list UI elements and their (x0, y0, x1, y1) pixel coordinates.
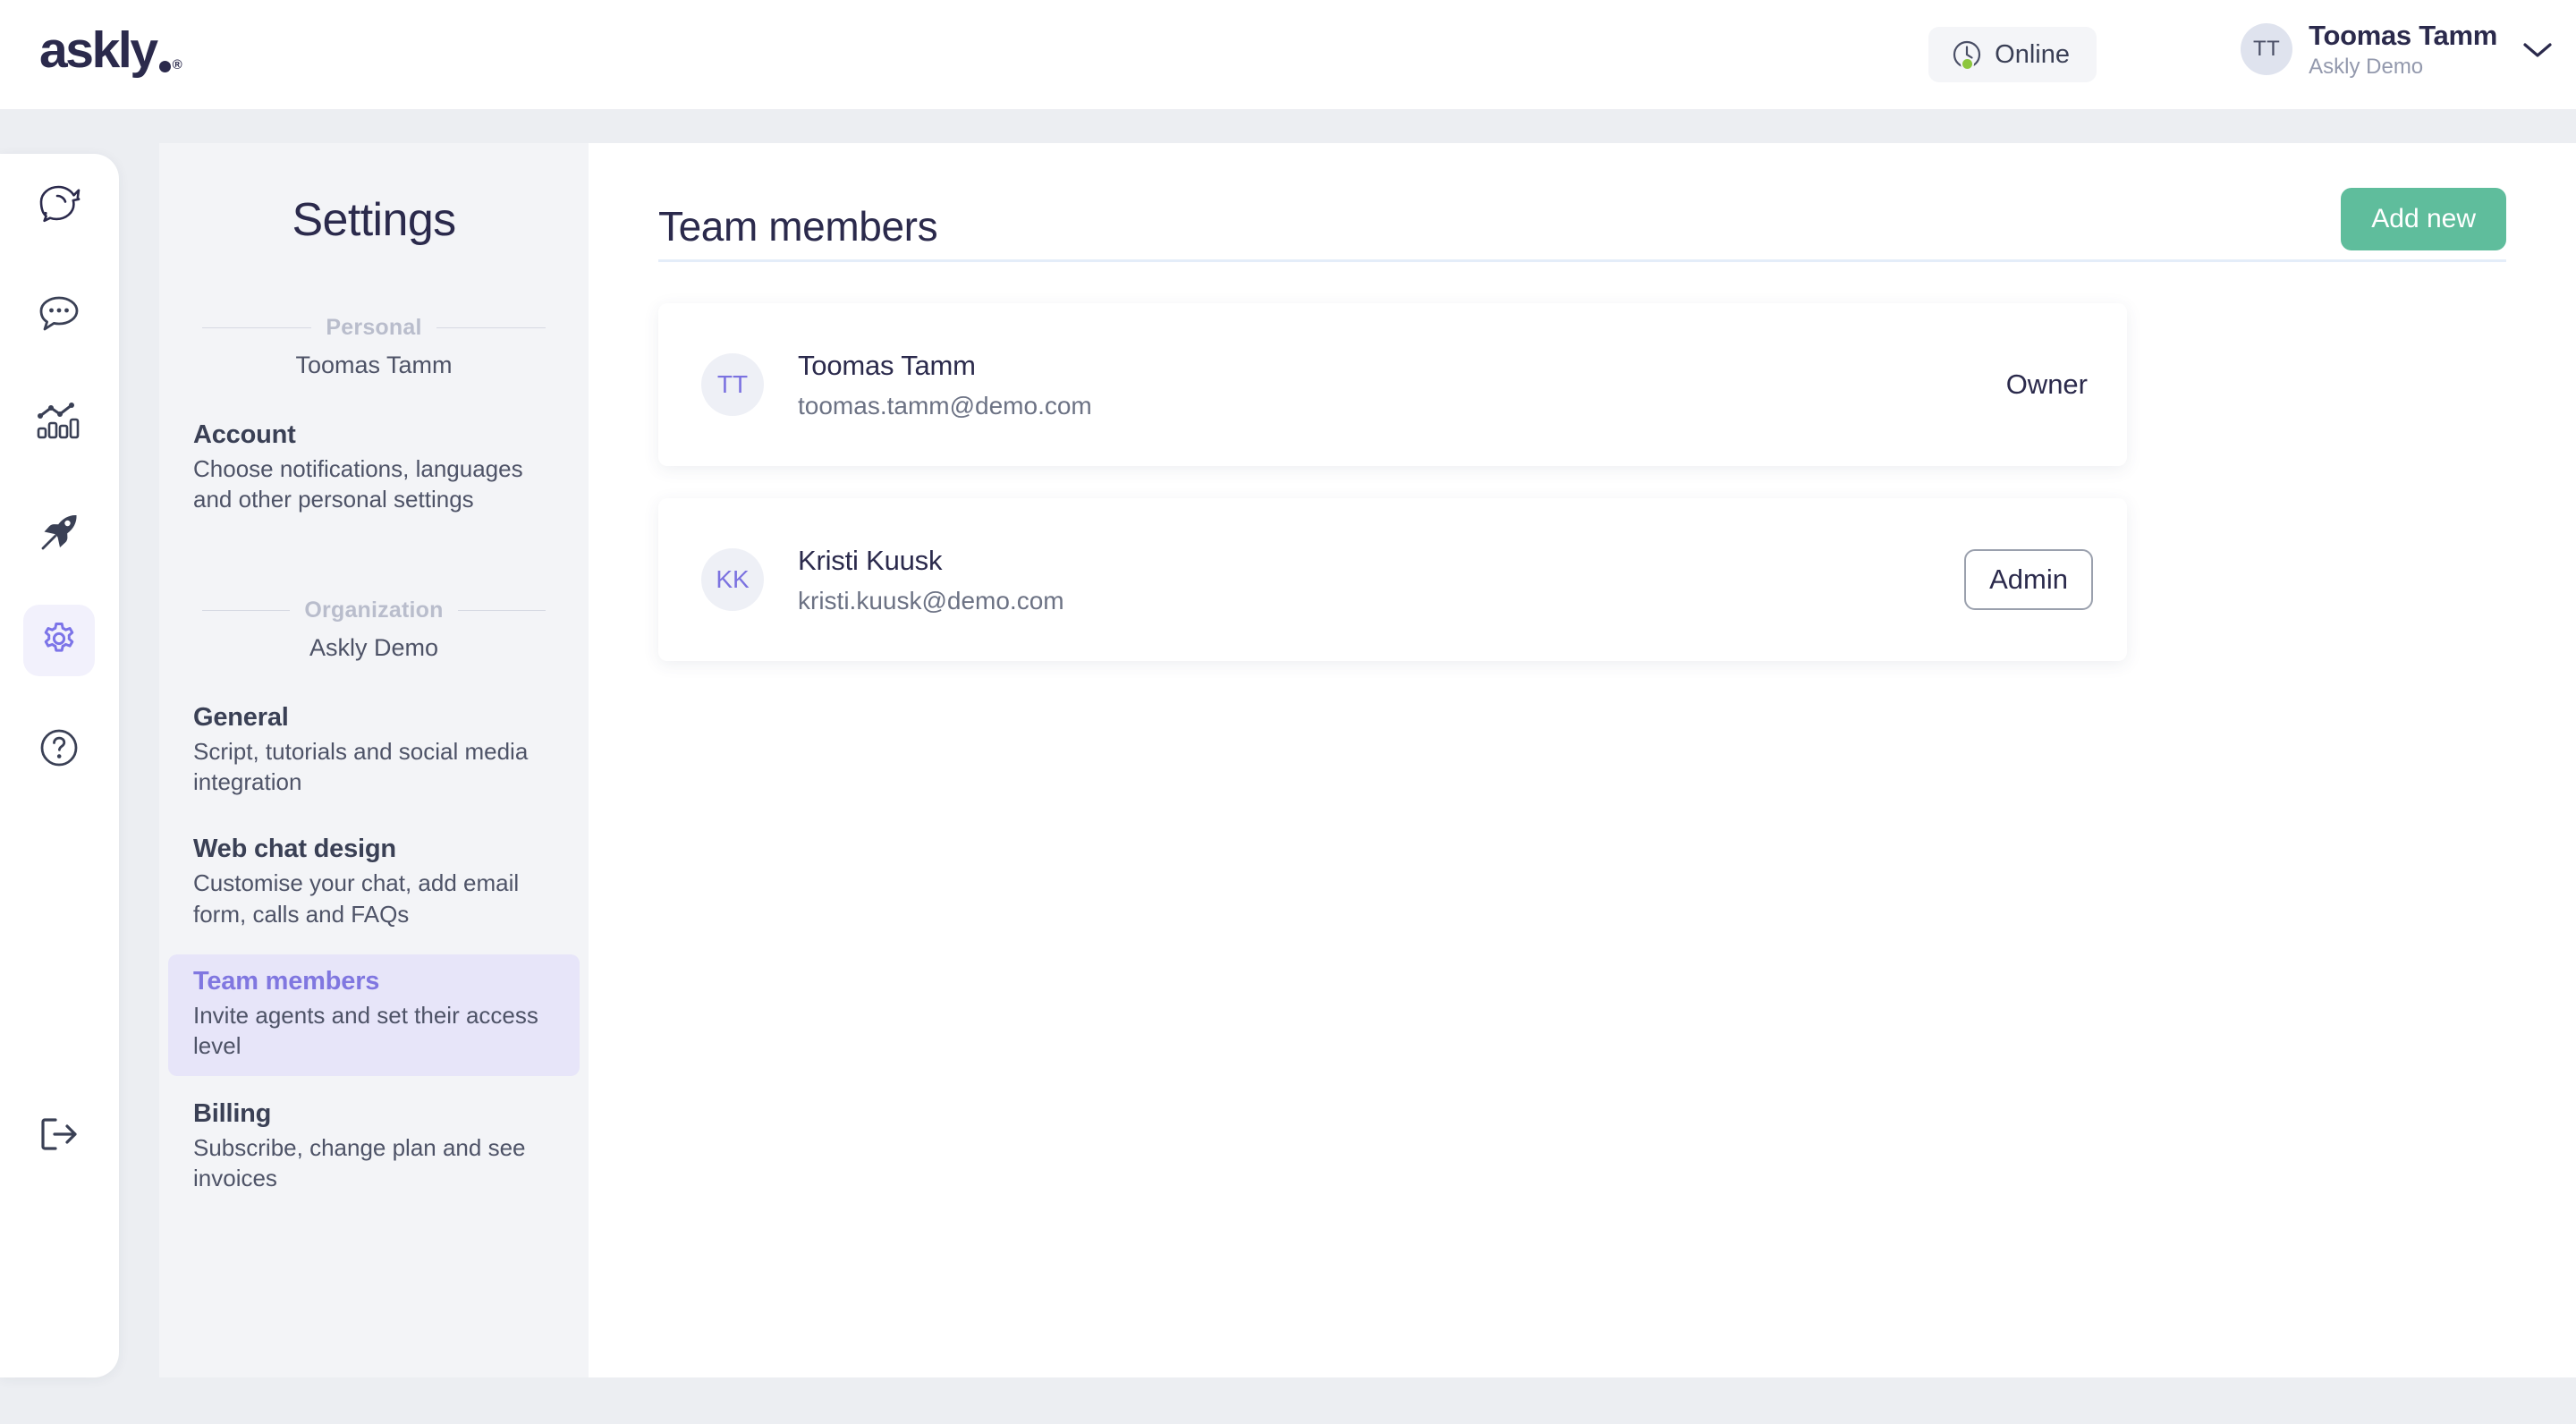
sidebar-item-help[interactable] (23, 714, 95, 785)
rocket-icon (37, 509, 81, 555)
member-name: Toomas Tamm (798, 349, 976, 381)
nav-title-billing: Billing (193, 1098, 272, 1128)
member-info: Toomas Tamm toomas.tamm@demo.com (798, 350, 1092, 420)
sidebar-item-general[interactable]: General Script, tutorials and social med… (168, 691, 580, 812)
member-email: toomas.tamm@demo.com (798, 391, 1092, 420)
nav-title-account: Account (193, 420, 296, 449)
nav-desc-billing: Subscribe, change plan and see invoices (193, 1133, 526, 1191)
sidebar-item-chats[interactable] (23, 279, 95, 351)
divider-line-left (202, 609, 291, 611)
page-title: Settings (292, 194, 456, 246)
nav-title-web-chat-design: Web chat design (193, 835, 396, 864)
online-status-pill[interactable]: Online (1928, 27, 2097, 82)
section-subtitle-personal: Toomas Tamm (295, 352, 453, 378)
table-row[interactable]: KK Kristi Kuusk kristi.kuusk@demo.com Ad… (658, 498, 2127, 661)
avatar: TT (701, 353, 764, 416)
header-divider (658, 259, 2506, 262)
askly-logo[interactable]: askly ® (39, 25, 182, 76)
team-members-list: TT Toomas Tamm toomas.tamm@demo.com Owne… (658, 303, 2506, 661)
user-org: Askly Demo (2309, 54, 2424, 79)
section-divider-organization: Organization (202, 598, 546, 623)
avatar: TT (2241, 23, 2293, 76)
logout-button[interactable] (23, 1100, 95, 1172)
section-label-organization: Organization (304, 597, 444, 623)
divider-line-right (436, 327, 547, 328)
table-row[interactable]: TT Toomas Tamm toomas.tamm@demo.com Owne… (658, 303, 2127, 466)
askly-logo-mark-icon (36, 183, 82, 229)
nav-title-general: General (193, 702, 289, 732)
help-circle-icon (38, 726, 80, 774)
sidebar-item-account[interactable]: Account Choose notifications, languages … (168, 408, 580, 530)
section-label-personal: Personal (326, 315, 422, 340)
nav-desc-web-chat-design: Customise your chat, add email form, cal… (193, 869, 520, 928)
member-role-button[interactable]: Admin (1964, 549, 2093, 610)
user-meta: Toomas Tamm Askly Demo (2309, 20, 2497, 79)
member-name: Kristi Kuusk (798, 544, 943, 576)
gear-icon (37, 616, 81, 665)
section-subtitle-organization: Askly Demo (309, 633, 439, 661)
nav-desc-account: Choose notifications, languages and othe… (193, 455, 523, 513)
sidebar-item-analytics[interactable] (23, 386, 95, 458)
nav-title-team-members: Team members (193, 966, 380, 996)
clock-icon (1952, 39, 1982, 71)
sidebar-item-campaigns[interactable] (23, 496, 95, 567)
online-status-label: Online (1995, 39, 2070, 69)
avatar: KK (701, 548, 764, 611)
chevron-down-icon[interactable] (2522, 41, 2553, 64)
top-header: askly ® Online TT Toomas Tamm Askly Demo (0, 0, 2576, 109)
add-new-button[interactable]: Add new (2341, 188, 2506, 250)
sidebar-item-settings[interactable] (23, 605, 95, 676)
settings-panel: Settings Personal Toomas Tamm Account Ch… (159, 143, 589, 1377)
divider-line-left (202, 327, 312, 328)
sidebar-item-billing[interactable]: Billing Subscribe, change plan and see i… (168, 1087, 580, 1208)
analytics-chart-icon (36, 400, 82, 445)
nav-desc-general: Script, tutorials and social media integ… (193, 737, 529, 795)
user-name: Toomas Tamm (2309, 20, 2497, 51)
member-role-label: Owner (2005, 369, 2088, 400)
member-info: Kristi Kuusk kristi.kuusk@demo.com (798, 545, 1064, 615)
sidebar-item-web-chat-design[interactable]: Web chat design Customise your chat, add… (168, 822, 580, 944)
main-title: Team members (658, 203, 938, 250)
logo-trademark: ® (172, 57, 182, 72)
divider-line-right (457, 609, 546, 611)
logo-wordmark: askly (39, 21, 158, 79)
main-header: Team members Add new (658, 143, 2506, 250)
section-divider-personal: Personal (202, 315, 547, 341)
main-panel: Team members Add new TT Toomas Tamm toom… (589, 143, 2576, 1377)
sidebar-item-home[interactable] (23, 170, 95, 242)
member-email: kristi.kuusk@demo.com (798, 586, 1064, 615)
user-menu[interactable]: TT Toomas Tamm Askly Demo (2241, 20, 2553, 79)
logout-icon (37, 1115, 81, 1158)
logo-dot-icon (158, 61, 171, 72)
sidebar-item-team-members[interactable]: Team members Invite agents and set their… (168, 954, 580, 1076)
icon-rail (0, 154, 119, 1377)
nav-desc-team-members: Invite agents and set their access level (193, 1001, 538, 1060)
chat-bubble-icon (37, 293, 81, 337)
